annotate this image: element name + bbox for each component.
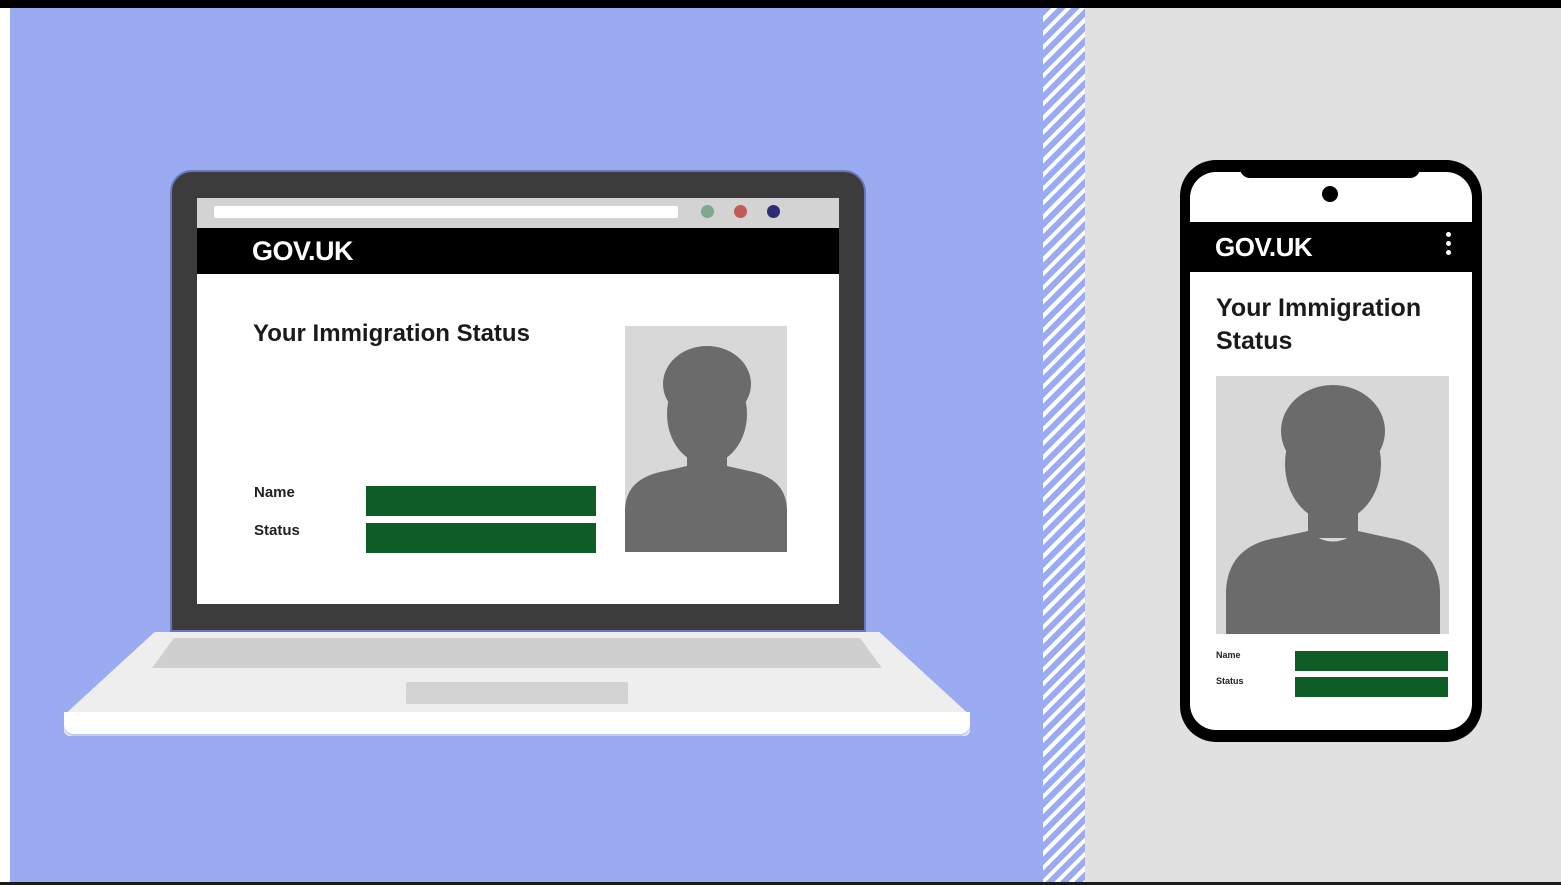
top-border xyxy=(0,0,1561,8)
phone-name-label: Name xyxy=(1216,650,1241,660)
menu-dot xyxy=(1445,241,1451,246)
laptop-front-edge xyxy=(64,712,970,734)
person-silhouette-icon xyxy=(625,346,787,552)
laptop-name-value-redacted xyxy=(366,486,596,516)
phone-status-value-redacted xyxy=(1295,677,1448,697)
red-dot-icon[interactable] xyxy=(734,205,747,218)
kebab-menu-icon[interactable] xyxy=(1440,232,1456,262)
phone-page-title: Your Immigration Status xyxy=(1216,294,1422,355)
browser-address-bar[interactable] xyxy=(214,206,678,218)
phone-camera-icon xyxy=(1322,186,1338,202)
phone-name-value-redacted xyxy=(1295,651,1448,671)
menu-dot xyxy=(1445,250,1451,255)
person-silhouette-icon xyxy=(1226,385,1440,634)
menu-dot xyxy=(1445,232,1451,237)
phone-profile-photo xyxy=(1216,376,1449,634)
phone-gov-logo[interactable]: GOV.UK xyxy=(1215,229,1313,265)
laptop-page-title: Your Immigration Status xyxy=(253,320,530,347)
green-dot-icon[interactable] xyxy=(701,205,714,218)
phone-status-label: Status xyxy=(1216,676,1244,686)
laptop-status-label: Status xyxy=(254,522,300,539)
laptop-name-label: Name xyxy=(254,484,295,501)
laptop-keyboard xyxy=(152,638,882,668)
navy-dot-icon[interactable] xyxy=(767,205,780,218)
illustration-frame: GOV.UK Your Immigration Status Name Stat… xyxy=(0,0,1561,885)
laptop-gov-logo[interactable]: GOV.UK xyxy=(252,233,354,269)
laptop-status-value-redacted xyxy=(366,523,596,553)
laptop-trackpad xyxy=(406,682,628,704)
diagonal-stripe-divider xyxy=(1043,8,1085,882)
phone-notch xyxy=(1240,168,1420,178)
laptop-profile-photo xyxy=(625,326,787,552)
